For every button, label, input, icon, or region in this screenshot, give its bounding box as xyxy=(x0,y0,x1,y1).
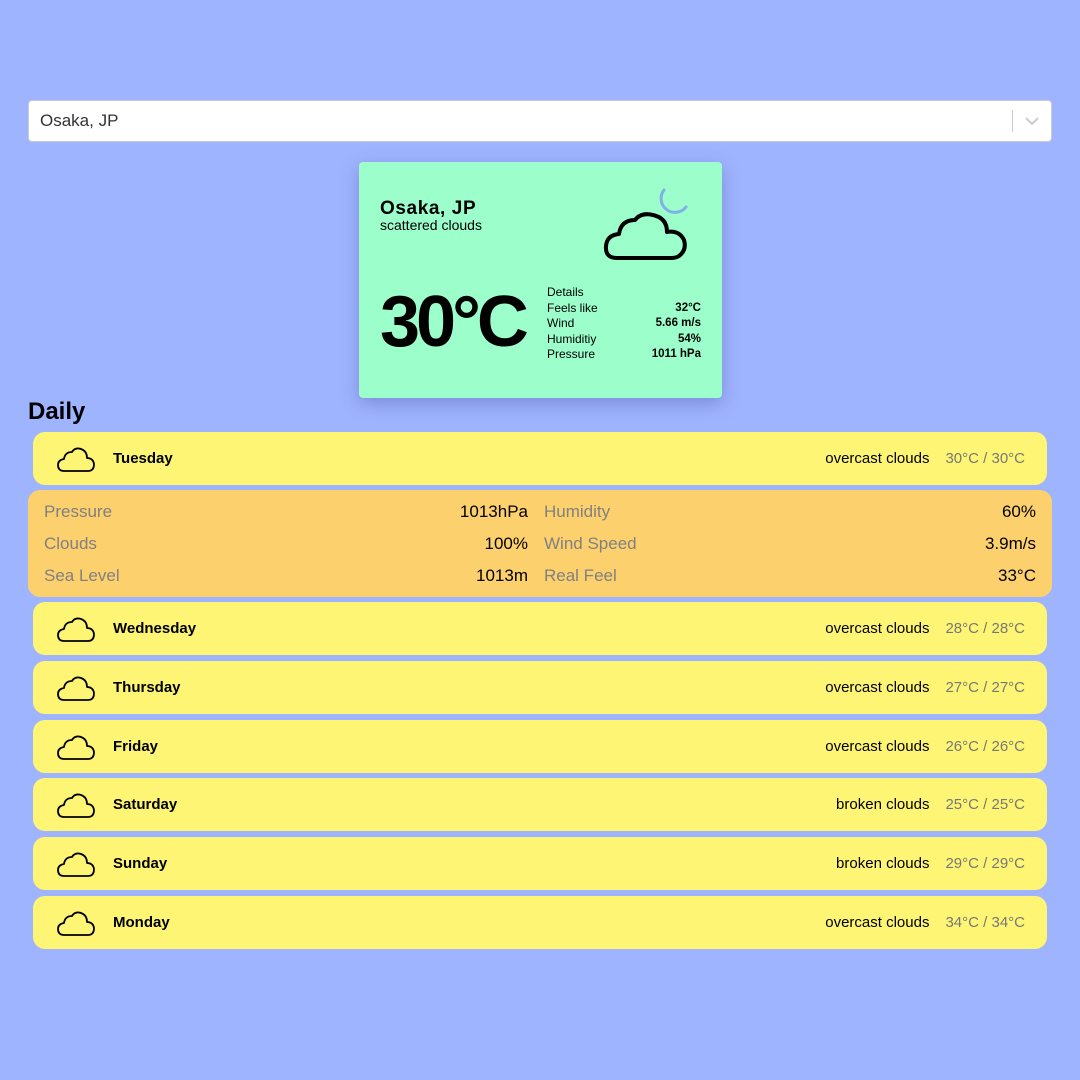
detail-value: 5.66 m/s xyxy=(655,317,701,329)
day-name: Tuesday xyxy=(113,450,173,467)
chevron-down-icon[interactable] xyxy=(1013,101,1051,141)
day-condition: broken clouds xyxy=(836,796,930,813)
detail-label: Sea Level xyxy=(44,566,120,585)
day-temp-range: 28°C / 28°C xyxy=(945,620,1025,637)
day-row-sunday[interactable]: Sunday broken clouds 29°C / 29°C xyxy=(33,837,1047,890)
day-row-saturday[interactable]: Saturday broken clouds 25°C / 25°C xyxy=(33,778,1047,831)
day-name: Saturday xyxy=(113,796,178,813)
day-condition: broken clouds xyxy=(836,855,930,872)
day-temp-range: 26°C / 26°C xyxy=(945,738,1025,755)
day-condition: overcast clouds xyxy=(825,914,930,931)
day-row-wednesday[interactable]: Wednesday overcast clouds 28°C / 28°C xyxy=(33,602,1047,655)
detail-value: 60% xyxy=(1001,502,1036,521)
detail-row: Wind 5.66 m/s xyxy=(547,316,701,332)
details-title: Details xyxy=(547,285,584,299)
detail-label: Wind Speed xyxy=(544,534,637,553)
day-row-thursday[interactable]: Thursday overcast clouds 27°C / 27°C xyxy=(33,661,1047,714)
day-details-expanded: Pressure 1013hPa Humidity 60% Clouds 100… xyxy=(28,490,1052,597)
city-search-value[interactable]: Osaka, JP xyxy=(29,111,1012,131)
detail-value: 1013hPa xyxy=(459,502,528,521)
detail-pressure: Pressure 1013hPa xyxy=(44,496,528,528)
detail-sea-level: Sea Level 1013m xyxy=(44,560,528,592)
day-temp-range: 29°C / 29°C xyxy=(945,855,1025,872)
current-weather-card: Osaka, JP scattered clouds 30°C Details … xyxy=(359,162,722,398)
detail-value: 1011 hPa xyxy=(651,348,701,360)
cloud-icon xyxy=(56,445,96,473)
cloud-icon xyxy=(56,909,96,937)
detail-row: Humiditiy 54% xyxy=(547,332,701,348)
detail-value: 33°C xyxy=(998,566,1036,585)
cloud-icon xyxy=(56,615,96,643)
detail-label: Real Feel xyxy=(544,566,617,585)
day-condition: overcast clouds xyxy=(825,679,930,696)
day-row-tuesday[interactable]: Tuesday overcast clouds 30°C / 30°C xyxy=(33,432,1047,485)
detail-humidity: Humidity 60% xyxy=(544,496,1036,528)
day-temp-range: 25°C / 25°C xyxy=(945,796,1025,813)
detail-label: Clouds xyxy=(44,534,97,553)
day-row-friday[interactable]: Friday overcast clouds 26°C / 26°C xyxy=(33,720,1047,773)
detail-label: Wind xyxy=(547,316,575,330)
cloud-icon xyxy=(56,791,96,819)
cloud-icon xyxy=(56,850,96,878)
day-name: Monday xyxy=(113,914,170,931)
detail-value: 54% xyxy=(677,332,701,345)
detail-value: 100% xyxy=(484,534,528,553)
city-search-select[interactable]: Osaka, JP xyxy=(28,100,1052,142)
day-row-monday[interactable]: Monday overcast clouds 34°C / 34°C xyxy=(33,896,1047,949)
detail-label: Pressure xyxy=(547,347,596,361)
cloud-moon-icon xyxy=(601,174,697,264)
day-condition: overcast clouds xyxy=(825,450,930,467)
cloud-icon xyxy=(56,674,96,702)
day-temp-range: 30°C / 30°C xyxy=(945,450,1025,467)
detail-real-feel: Real Feel 33°C xyxy=(544,560,1036,592)
day-name: Wednesday xyxy=(113,620,197,637)
day-temp-range: 34°C / 34°C xyxy=(945,914,1025,931)
day-name: Thursday xyxy=(113,679,181,696)
detail-row: Feels like 32°C xyxy=(547,301,701,317)
detail-row: Pressure 1011 hPa xyxy=(547,347,701,363)
detail-clouds: Clouds 100% xyxy=(44,528,528,560)
daily-heading: Daily xyxy=(28,398,86,425)
day-name: Sunday xyxy=(113,855,168,872)
detail-wind-speed: Wind Speed 3.9m/s xyxy=(544,528,1036,560)
day-condition: overcast clouds xyxy=(825,620,930,637)
current-description: scattered clouds xyxy=(380,217,482,233)
day-name: Friday xyxy=(113,738,159,755)
detail-label: Feels like xyxy=(547,300,598,315)
day-temp-range: 27°C / 27°C xyxy=(945,679,1025,696)
detail-value: 32°C xyxy=(675,301,701,314)
detail-label: Pressure xyxy=(44,502,113,521)
detail-label: Humidity xyxy=(544,502,611,521)
detail-value: 1013m xyxy=(476,566,528,585)
details-panel: Details Feels like 32°C Wind 5.66 m/s Hu… xyxy=(547,285,701,363)
detail-label: Humiditiy xyxy=(547,331,597,346)
current-temperature: 30°C xyxy=(380,282,529,362)
day-condition: overcast clouds xyxy=(825,738,930,755)
detail-value: 3.9m/s xyxy=(984,534,1036,553)
cloud-icon xyxy=(56,733,96,761)
